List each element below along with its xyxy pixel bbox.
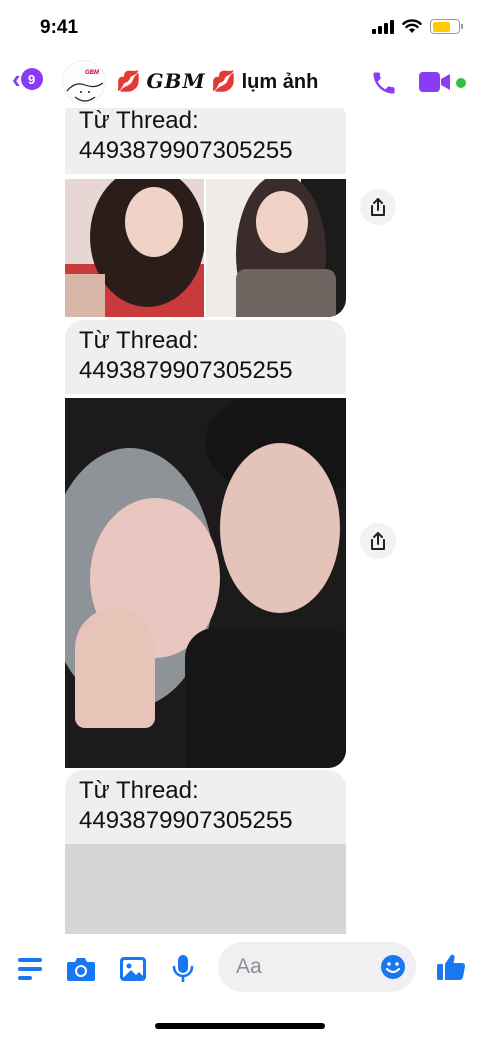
message-bubble: Từ Thread: 4493879907305255 bbox=[65, 320, 346, 394]
video-call-icon[interactable] bbox=[418, 70, 452, 94]
forwarded-message[interactable]: Từ Thread: 4493879907305255 bbox=[65, 770, 346, 934]
message-list[interactable]: Từ Thread: 4493879907305255 Từ Thread: 4… bbox=[0, 108, 480, 934]
photo-thumbnail[interactable] bbox=[65, 179, 204, 317]
wifi-icon bbox=[402, 19, 422, 33]
photo-message[interactable] bbox=[65, 398, 346, 768]
message-bubble: Từ Thread: 4493879907305255 bbox=[65, 770, 346, 844]
microphone-icon[interactable] bbox=[172, 954, 194, 984]
message-text-line2: 4493879907305255 bbox=[79, 137, 293, 164]
message-text-line1: Từ Thread: bbox=[79, 327, 199, 354]
share-button[interactable] bbox=[360, 523, 396, 559]
unread-count-badge: 9 bbox=[20, 68, 43, 90]
message-composer: Aa bbox=[0, 934, 480, 1039]
thread-title-suffix: lụm ảnh bbox=[241, 71, 319, 93]
avatar-drawing-icon bbox=[66, 82, 104, 102]
message-text-line2: 4493879907305255 bbox=[79, 357, 293, 384]
status-bar: 9:41 bbox=[0, 0, 480, 58]
conversation-header: ‹ 9 GBM 💋 GBM 💋 lụm ảnh bbox=[0, 58, 480, 108]
group-avatar[interactable]: GBM bbox=[62, 60, 106, 104]
battery-icon bbox=[430, 19, 463, 34]
message-bubble: Từ Thread: 4493879907305255 bbox=[65, 108, 346, 174]
lips-emoji-left: 💋 bbox=[116, 71, 141, 93]
back-button[interactable]: ‹ 9 bbox=[12, 66, 43, 92]
forwarded-message[interactable]: Từ Thread: 4493879907305255 bbox=[65, 320, 346, 768]
message-text-line1: Từ Thread: bbox=[79, 108, 199, 134]
camera-icon[interactable] bbox=[66, 956, 96, 982]
forwarded-message[interactable]: Từ Thread: 4493879907305255 bbox=[65, 108, 346, 317]
menu-icon[interactable] bbox=[18, 958, 44, 980]
like-icon[interactable] bbox=[436, 952, 466, 982]
status-time: 9:41 bbox=[40, 17, 79, 38]
photo-grid bbox=[65, 179, 346, 317]
thread-title[interactable]: 💋 GBM 💋 lụm ảnh bbox=[116, 69, 318, 94]
online-status-dot bbox=[456, 78, 466, 88]
thread-title-brand: GBM bbox=[146, 69, 206, 93]
cellular-signal-icon bbox=[372, 19, 394, 34]
gallery-icon[interactable] bbox=[119, 956, 147, 982]
message-input-placeholder: Aa bbox=[236, 955, 262, 978]
home-indicator bbox=[155, 1023, 325, 1029]
photo-message-loading[interactable] bbox=[65, 844, 346, 934]
message-text-line2: 4493879907305255 bbox=[79, 807, 293, 834]
message-text-line1: Từ Thread: bbox=[79, 777, 199, 804]
phone-icon[interactable] bbox=[370, 69, 398, 97]
share-button[interactable] bbox=[360, 189, 396, 225]
share-icon bbox=[371, 198, 385, 216]
photo-thumbnail[interactable] bbox=[206, 179, 346, 317]
lips-emoji-right: 💋 bbox=[211, 71, 237, 93]
chevron-left-icon: ‹ bbox=[12, 64, 21, 94]
message-input[interactable]: Aa bbox=[218, 942, 416, 992]
emoji-icon[interactable] bbox=[380, 954, 406, 980]
status-icons bbox=[372, 19, 463, 34]
share-icon bbox=[371, 532, 385, 550]
